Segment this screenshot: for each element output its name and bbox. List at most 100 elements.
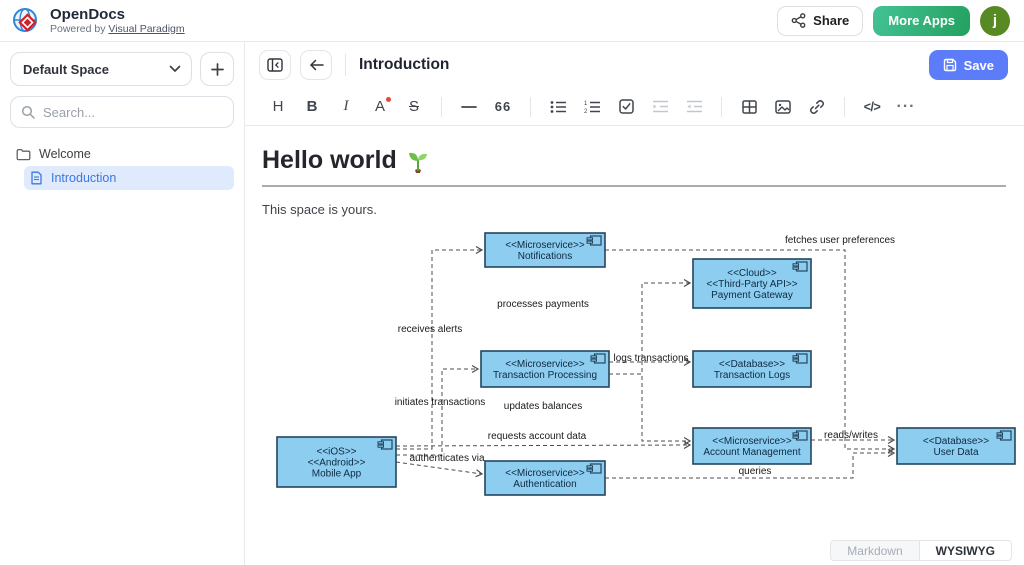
heading-glyph: H bbox=[273, 98, 284, 115]
search-icon bbox=[21, 105, 35, 119]
insert-image-button[interactable] bbox=[768, 93, 798, 121]
back-button[interactable] bbox=[300, 50, 332, 80]
edge-label: processes payments bbox=[497, 299, 589, 310]
document-heading-text: Hello world bbox=[262, 146, 397, 175]
editor-mode-tabs: Markdown WYSIWYG bbox=[830, 540, 1012, 561]
component-transaction-logs: <<Database>>Transaction Logs bbox=[693, 351, 811, 387]
chevron-down-icon bbox=[169, 65, 181, 73]
folder-icon bbox=[16, 148, 31, 161]
numbered-list-icon: 1 2 bbox=[584, 100, 601, 114]
sidebar: Default Space bbox=[0, 42, 245, 565]
share-label: Share bbox=[813, 13, 849, 28]
search-input[interactable] bbox=[43, 105, 223, 120]
component-label: <<iOS>> bbox=[316, 447, 356, 458]
edge-label: reads/writes bbox=[824, 430, 878, 441]
doc-header: Introduction Save bbox=[245, 42, 1024, 88]
toolbar-divider bbox=[530, 97, 531, 117]
editor-content[interactable]: Hello world This space is yours. bbox=[245, 126, 1024, 565]
tree-item-introduction[interactable]: Introduction bbox=[24, 166, 234, 190]
outdent-button[interactable] bbox=[679, 93, 709, 121]
numbered-list-button[interactable]: 1 2 bbox=[577, 93, 607, 121]
share-icon bbox=[791, 13, 806, 28]
bold-button[interactable]: B bbox=[297, 93, 327, 121]
svg-text:2: 2 bbox=[584, 109, 588, 114]
share-button[interactable]: Share bbox=[777, 6, 863, 36]
add-page-button[interactable] bbox=[200, 52, 234, 86]
task-list-button[interactable] bbox=[611, 93, 641, 121]
edge-line bbox=[396, 250, 482, 449]
space-selector-dropdown[interactable]: Default Space bbox=[10, 52, 192, 86]
component-label: Notifications bbox=[518, 251, 572, 262]
bold-glyph: B bbox=[307, 98, 318, 115]
blockquote-button[interactable]: 66 bbox=[488, 93, 518, 121]
edge-label: updates balances bbox=[504, 401, 582, 412]
arrow-left-icon bbox=[309, 59, 324, 71]
diagram-edges bbox=[396, 250, 894, 478]
formatting-toolbar: H B I A S 66 1 bbox=[245, 88, 1024, 126]
strikethrough-glyph: S bbox=[409, 98, 419, 115]
component-label: <<Android>> bbox=[308, 458, 366, 469]
heading-button[interactable]: H bbox=[263, 93, 293, 121]
component-label: Payment Gateway bbox=[711, 290, 793, 301]
main-panel: Introduction Save H B I A S bbox=[245, 42, 1024, 565]
horizontal-rule-button[interactable] bbox=[454, 93, 484, 121]
component-label: <<Cloud>> bbox=[727, 268, 777, 279]
indent-icon bbox=[652, 100, 669, 113]
search-box bbox=[10, 96, 234, 128]
component-label: <<Third-Party API>> bbox=[706, 279, 797, 290]
document-diagram-image[interactable]: <<Microservice>>Notifications<<Cloud>><<… bbox=[270, 223, 1006, 548]
code-glyph: </> bbox=[864, 100, 881, 114]
edge-label: requests account data bbox=[488, 431, 587, 442]
doc-title: Introduction bbox=[359, 56, 920, 74]
insert-table-button[interactable] bbox=[734, 93, 764, 121]
tree-item-welcome[interactable]: Welcome bbox=[10, 142, 234, 166]
document-heading: Hello world bbox=[262, 146, 1006, 175]
component-label: User Data bbox=[933, 447, 978, 458]
code-button[interactable]: </> bbox=[857, 93, 887, 121]
component-label: Account Management bbox=[703, 447, 801, 458]
component-label: <<Microservice>> bbox=[712, 436, 792, 447]
bullet-list-icon bbox=[550, 100, 567, 114]
component-label: <<Database>> bbox=[719, 359, 785, 370]
diagram-edge-labels: receives alertsinitiates transactionsreq… bbox=[395, 235, 895, 477]
edge-label: logs transactions bbox=[613, 353, 688, 364]
opendocs-app: OpenDocs Powered by Visual Paradigm Shar… bbox=[0, 0, 1024, 565]
tree-item-label: Welcome bbox=[39, 147, 91, 161]
italic-glyph: I bbox=[344, 98, 349, 115]
opendocs-logo-icon bbox=[10, 5, 42, 37]
brand: OpenDocs Powered by Visual Paradigm bbox=[10, 5, 185, 37]
divider bbox=[345, 54, 346, 76]
edge-label: fetches user preferences bbox=[785, 235, 895, 246]
image-icon bbox=[775, 100, 791, 114]
component-transaction-processing: <<Microservice>>Transaction Processing bbox=[481, 351, 609, 387]
visual-paradigm-link[interactable]: Visual Paradigm bbox=[108, 23, 184, 35]
toggle-sidebar-button[interactable] bbox=[259, 50, 291, 80]
component-label: <<Microservice>> bbox=[505, 359, 585, 370]
italic-button[interactable]: I bbox=[331, 93, 361, 121]
component-label: <<Microservice>> bbox=[505, 240, 585, 251]
component-mobile-app: <<iOS>><<Android>>Mobile App bbox=[277, 437, 396, 487]
edge-label: initiates transactions bbox=[395, 397, 486, 408]
tab-markdown[interactable]: Markdown bbox=[830, 540, 918, 561]
more-glyph: ··· bbox=[897, 98, 916, 116]
indent-button[interactable] bbox=[645, 93, 675, 121]
tab-wysiwyg[interactable]: WYSIWYG bbox=[919, 540, 1012, 561]
save-button[interactable]: Save bbox=[929, 50, 1008, 80]
component-authentication: <<Microservice>>Authentication bbox=[485, 461, 605, 495]
more-apps-button[interactable]: More Apps bbox=[873, 6, 970, 36]
component-account-management: <<Microservice>>Account Management bbox=[693, 428, 811, 464]
horizontal-rule-icon bbox=[461, 105, 477, 109]
architecture-diagram: <<Microservice>>Notifications<<Cloud>><<… bbox=[270, 223, 1024, 543]
component-label: Authentication bbox=[513, 479, 576, 490]
task-list-icon bbox=[619, 99, 634, 114]
insert-link-button[interactable] bbox=[802, 93, 832, 121]
component-label: Transaction Processing bbox=[493, 370, 597, 381]
bullet-list-button[interactable] bbox=[543, 93, 573, 121]
more-options-button[interactable]: ··· bbox=[891, 93, 921, 121]
component-label: Mobile App bbox=[312, 469, 362, 480]
space-selector-row: Default Space bbox=[10, 52, 234, 86]
user-avatar[interactable]: j bbox=[980, 6, 1010, 36]
strikethrough-button[interactable]: S bbox=[399, 93, 429, 121]
edge-line bbox=[609, 374, 690, 441]
font-color-button[interactable]: A bbox=[365, 93, 395, 121]
